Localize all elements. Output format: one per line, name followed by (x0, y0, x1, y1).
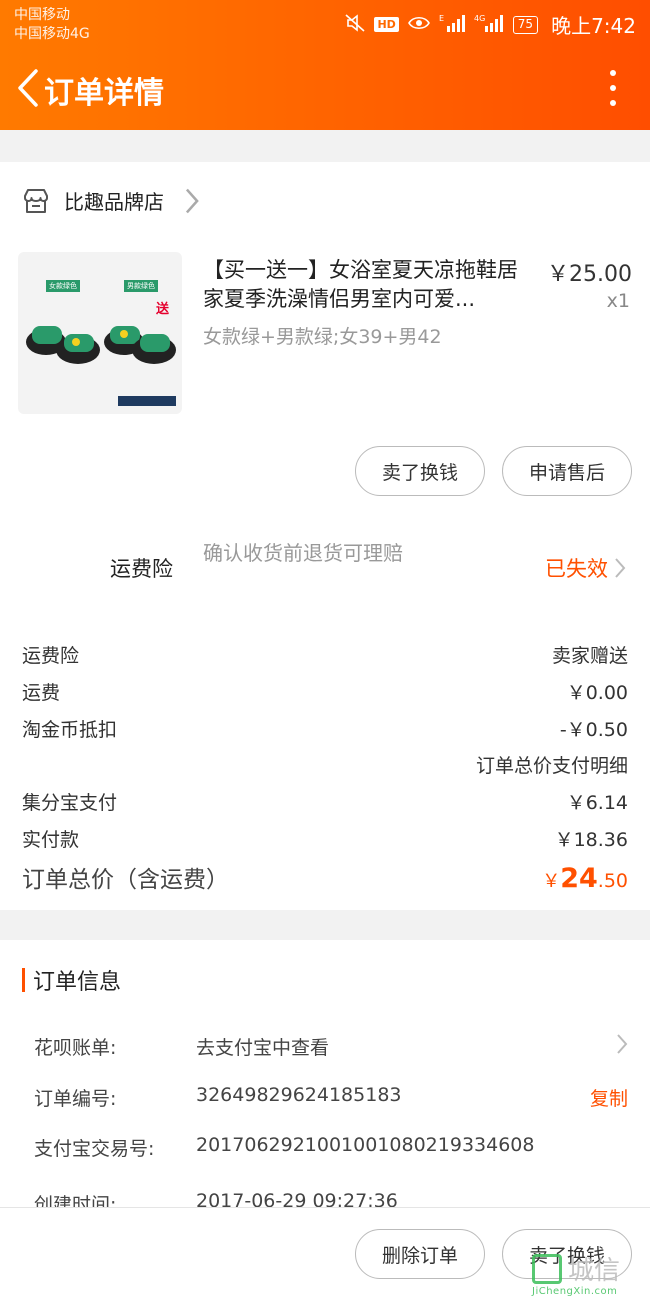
alipay-trade-number: 2017062921001001080219334608 (196, 1134, 535, 1156)
watermark-sub: JiChengXin.com (532, 1286, 618, 1297)
payment-label: 集分宝支付 (22, 792, 118, 814)
payment-detail-link[interactable]: 订单总价支付明细 (22, 751, 628, 778)
payment-row: 实付款 ￥18.36 (22, 825, 628, 852)
fee-label: 运费险 (22, 645, 80, 667)
more-menu-button[interactable] (606, 70, 620, 106)
product-sku: 女款绿+男款绿;女39+男42 (203, 326, 442, 348)
product-title[interactable]: 【买一送一】女浴室夏天凉拖鞋居家夏季洗澡情侣男室内可爱... (203, 256, 533, 314)
info-key: 花呗账单: (34, 1037, 117, 1059)
shipping-insurance-desc: 确认收货前退货可理赔 (203, 541, 403, 565)
chevron-right-icon (615, 558, 626, 578)
huabei-bill-row[interactable]: 花呗账单: 去支付宝中查看 (34, 1033, 628, 1060)
signal-e-icon: E (439, 14, 465, 36)
info-key: 创建时间: (34, 1194, 117, 1207)
eye-icon (407, 15, 430, 35)
shop-link[interactable]: 比趣品牌店 (22, 186, 206, 215)
chevron-right-icon (617, 1034, 628, 1054)
product-image[interactable]: 女款绿色 男款绿色 送 (18, 252, 182, 414)
fee-label: 运费 (22, 682, 61, 704)
mute-icon (345, 13, 365, 36)
heading-accent-bar (22, 968, 25, 992)
product-price: ￥25.00 (547, 262, 632, 287)
shipping-insurance-status[interactable]: 已失效 (545, 553, 626, 583)
fee-row: 淘金币抵扣 -￥0.50 (22, 715, 628, 742)
insurance-status-text: 已失效 (545, 557, 608, 581)
status-bar: 中国移动 中国移动4G HD E 4G 75 晚上7:42 (0, 0, 650, 44)
fee-label: 淘金币抵扣 (22, 719, 118, 741)
fee-row: 运费 ￥0.00 (22, 678, 628, 705)
watermark-logo: 城信 JiChengXin.com (532, 1250, 646, 1297)
shop-name: 比趣品牌店 (64, 190, 164, 214)
delete-order-button[interactable]: 删除订单 (355, 1229, 485, 1279)
payment-value: ￥6.14 (566, 792, 628, 814)
back-button[interactable] (8, 66, 48, 110)
payment-value: ￥18.36 (554, 829, 628, 851)
page-title: 订单详情 (44, 76, 164, 111)
fee-value: 卖家赠送 (551, 645, 628, 667)
product-quantity: x1 (606, 290, 630, 312)
signal-4g-icon: 4G (474, 14, 504, 36)
created-time: 2017-06-29 09:27:36 (196, 1190, 398, 1207)
store-icon (24, 188, 48, 213)
fee-row: 运费险 卖家赠送 (22, 641, 628, 668)
total-integer: 24 (560, 863, 598, 894)
clock: 晚上7:42 (551, 14, 636, 38)
total-decimal: .50 (597, 870, 628, 892)
shipping-insurance-label: 运费险 (110, 557, 173, 581)
svg-text:4G: 4G (474, 14, 485, 23)
app-bar: 订单详情 (0, 44, 650, 130)
info-value: 去支付宝中查看 (196, 1037, 330, 1059)
fee-value: -￥0.50 (559, 719, 628, 741)
chevron-left-icon (18, 69, 38, 107)
chevron-right-icon (185, 188, 199, 213)
more-dots-icon (610, 70, 616, 76)
total-currency: ￥ (542, 871, 561, 892)
order-total-label: 订单总价（含运费） (22, 867, 229, 893)
battery-icon: 75 (512, 15, 539, 34)
payment-detail-text: 订单总价支付明细 (475, 755, 628, 777)
order-info-heading: 订单信息 (22, 964, 121, 996)
info-key: 支付宝交易号: (34, 1138, 155, 1160)
order-number: 32649829624185183 (196, 1084, 402, 1106)
order-total-value: ￥24.50 (542, 863, 628, 894)
payment-label: 实付款 (22, 829, 80, 851)
apply-aftersale-button[interactable]: 申请售后 (502, 446, 632, 496)
watermark-text: 城信 (568, 1256, 621, 1286)
carrier-label: 中国移动 (14, 7, 70, 23)
sell-for-cash-button[interactable]: 卖了换钱 (355, 446, 485, 496)
order-info-title: 订单信息 (33, 970, 122, 995)
order-number-row: 订单编号: 32649829624185183 复制 (34, 1084, 628, 1111)
copy-button[interactable]: 复制 (590, 1084, 628, 1111)
slipper-illustration (26, 326, 176, 406)
info-key: 订单编号: (34, 1088, 117, 1110)
svg-text:E: E (439, 14, 444, 23)
created-time-row: 创建时间: 2017-06-29 09:27:36 (34, 1190, 628, 1207)
fee-value: ￥0.00 (566, 682, 628, 704)
carrier-label-4g: 中国移动4G (14, 26, 90, 42)
watermark-icon (532, 1254, 562, 1284)
hd-icon: HD (374, 17, 399, 32)
order-total-row: 订单总价（含运费） ￥24.50 (22, 860, 628, 894)
payment-row: 集分宝支付 ￥6.14 (22, 788, 628, 815)
alipay-trade-row: 支付宝交易号: 2017062921001001080219334608 (34, 1134, 628, 1161)
